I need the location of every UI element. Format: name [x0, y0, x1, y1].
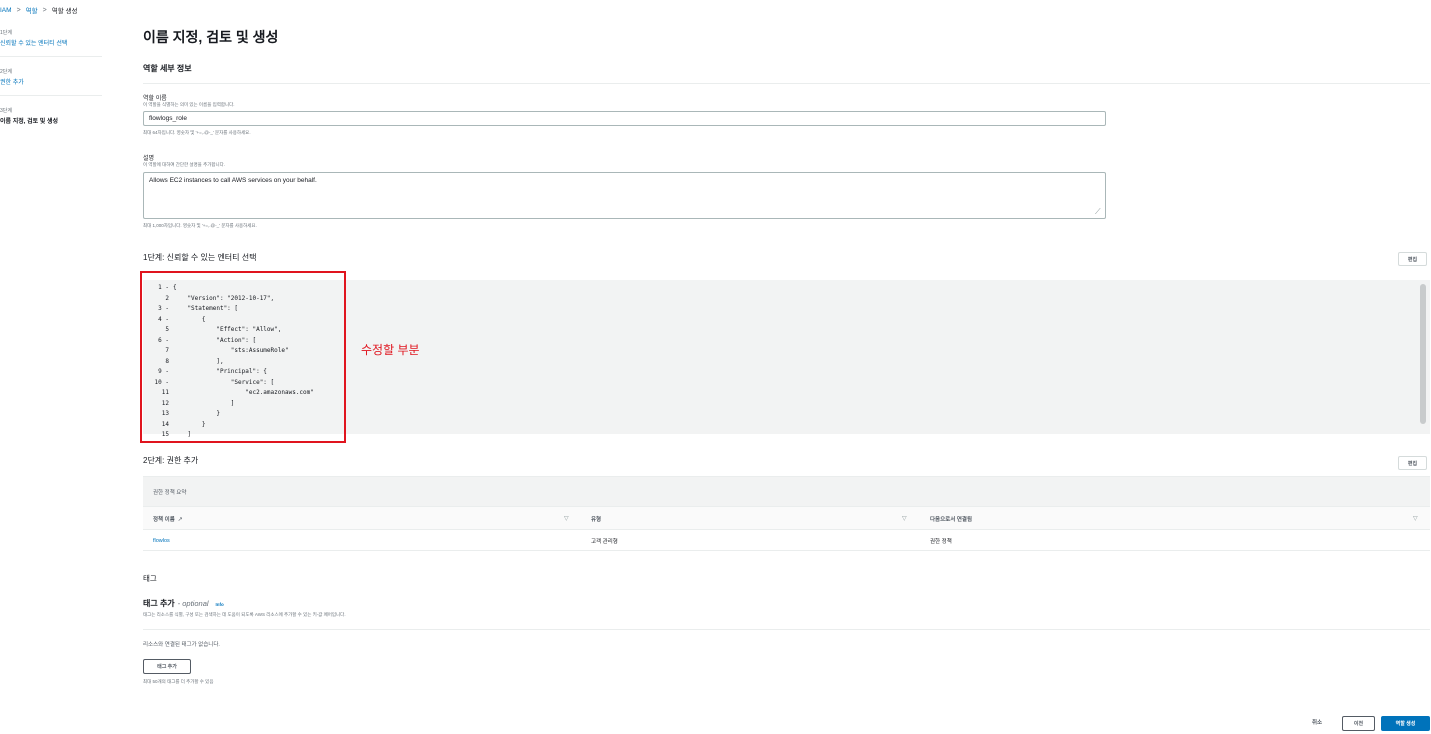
- role-name-label: 역할 이름: [143, 96, 167, 102]
- column-label: 다음으로서 연결됨: [930, 517, 973, 523]
- info-link[interactable]: Info: [216, 602, 224, 607]
- create-role-button[interactable]: 역할 생성: [1381, 716, 1430, 731]
- step-title-link[interactable]: 권한 추가: [0, 77, 102, 86]
- step1-edit-button[interactable]: 편집: [1398, 252, 1427, 266]
- step-title-link[interactable]: 신뢰할 수 있는 엔터티 선택: [0, 38, 102, 47]
- page-title: 이름 지정, 검토 및 생성: [143, 29, 279, 45]
- tags-section-title: 태그: [143, 574, 157, 583]
- add-tags-heading: 태그 추가 - optional Info: [143, 598, 224, 609]
- column-header-attached-as[interactable]: 다음으로서 연결됨: [930, 507, 972, 531]
- tag-limit-hint: 최대 50개의 태그를 더 추가할 수 있음: [143, 679, 214, 684]
- policy-type: 고객 관리형: [591, 538, 618, 545]
- breadcrumb: IAM > 역할 > 역할 생성: [0, 5, 78, 16]
- table-row: flowlos 고객 관리형 권한 정책: [143, 530, 1430, 551]
- step1-heading: 1단계: 신뢰할 수 있는 엔터티 선택: [143, 253, 257, 262]
- description-hint: 최대 1,000자입니다. 영숫자 및 '+=,.@-_' 문자를 사용하세요.: [143, 223, 257, 228]
- policy-name-link[interactable]: flowlos: [153, 530, 170, 551]
- sort-icon[interactable]: ▽: [902, 515, 907, 522]
- scrollbar-thumb[interactable]: [1420, 284, 1426, 424]
- no-tags-text: 리소스와 연결된 태그가 없습니다.: [143, 642, 220, 648]
- external-link-icon: ↗: [177, 516, 183, 523]
- divider: [0, 56, 102, 57]
- column-label: 정책 이름: [153, 517, 175, 523]
- sort-icon[interactable]: ▽: [564, 515, 569, 522]
- breadcrumb-iam-link[interactable]: IAM: [0, 7, 12, 14]
- chevron-right-icon: >: [42, 6, 47, 14]
- cancel-button[interactable]: 취소: [1312, 718, 1322, 726]
- step-number: 2단계: [0, 69, 12, 75]
- step-number: 3단계: [0, 108, 12, 114]
- policy-summary-header: 권한 정책 요약: [143, 476, 1430, 506]
- wizard-step-2[interactable]: 2단계 권한 추가: [0, 66, 102, 92]
- description-label: 설명: [143, 156, 155, 162]
- chevron-right-icon: >: [16, 6, 21, 14]
- column-label: 유형: [591, 517, 602, 523]
- policy-summary-title: 권한 정책 요약: [153, 489, 187, 496]
- step-title-current: 이름 지정, 검토 및 생성: [0, 119, 59, 125]
- divider: [0, 95, 102, 96]
- tags-description: 태그는 리소스를 식별, 구성 또는 검색하는 데 도움이 되도록 AWS 리소…: [143, 612, 346, 617]
- wizard-step-1[interactable]: 1단계 신뢰할 수 있는 엔터티 선택: [0, 27, 102, 53]
- divider: [143, 83, 1430, 84]
- sort-icon[interactable]: ▽: [1413, 515, 1418, 522]
- role-name-input[interactable]: flowlogs_role: [143, 111, 1106, 126]
- previous-button[interactable]: 이전: [1342, 716, 1375, 731]
- description-help: 이 역할에 대하여 간단한 설명을 추가합니다.: [143, 162, 226, 167]
- role-name-description: 이 역할을 식별하는 의미 있는 이름을 입력합니다.: [143, 102, 235, 107]
- table-header: 정책 이름 ↗ ▽ 유형 ▽ 다음으로서 연결됨 ▽: [143, 506, 1430, 530]
- add-tags-title: 태그 추가: [143, 599, 175, 608]
- step2-edit-button[interactable]: 편집: [1398, 456, 1427, 470]
- column-header-policy-name[interactable]: 정책 이름 ↗: [153, 507, 183, 531]
- annotation-text: 수정할 부분: [361, 343, 420, 357]
- description-textarea[interactable]: Allows EC2 instances to call AWS service…: [143, 172, 1106, 219]
- role-details-title: 역할 세부 정보: [143, 64, 192, 73]
- divider: [143, 629, 1430, 630]
- breadcrumb-roles-link[interactable]: 역할: [26, 5, 38, 15]
- policy-attached-as: 권한 정책: [930, 538, 952, 545]
- wizard-steps-nav: 1단계 신뢰할 수 있는 엔터티 선택 2단계 권한 추가 3단계 이름 지정,…: [0, 27, 102, 131]
- add-tag-button[interactable]: 태그 추가: [143, 659, 191, 674]
- wizard-step-3: 3단계 이름 지정, 검토 및 생성: [0, 105, 102, 131]
- step2-heading: 2단계: 권한 추가: [143, 456, 199, 465]
- optional-label: - optional: [177, 599, 209, 608]
- column-header-type[interactable]: 유형: [591, 507, 601, 531]
- role-name-hint: 최대 64자입니다. 영숫자 및 '+=,.@-_' 문자를 사용하세요.: [143, 130, 251, 135]
- step-number: 1단계: [0, 30, 12, 36]
- description-value: Allows EC2 instances to call AWS service…: [149, 177, 317, 184]
- resize-handle-icon[interactable]: ⟋: [1095, 208, 1103, 216]
- breadcrumb-current: 역할 생성: [51, 8, 78, 15]
- highlight-box: [140, 271, 346, 443]
